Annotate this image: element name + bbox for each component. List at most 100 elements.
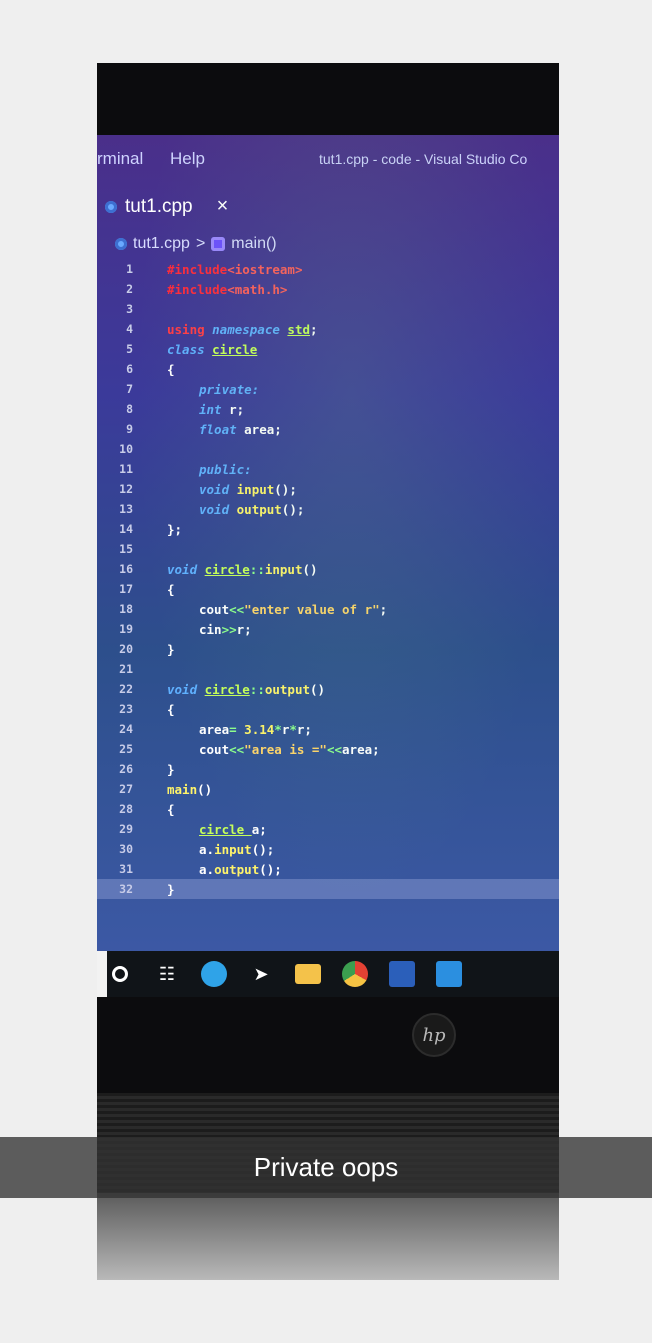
code-line[interactable]: 19 cin>>r; (97, 619, 559, 639)
code-line[interactable]: 17 { (97, 579, 559, 599)
code-line[interactable]: 20} (97, 639, 559, 659)
code-line[interactable]: 3 (97, 299, 559, 319)
code-line[interactable]: 21 (97, 659, 559, 679)
code-line[interactable]: 30 a.input(); (97, 839, 559, 859)
menu-item-terminal[interactable]: rminal (97, 149, 143, 169)
code-text: circle a; (199, 822, 267, 837)
code-token: circle (212, 341, 258, 357)
code-line[interactable]: 26} (97, 759, 559, 779)
code-line[interactable]: 11 public: (97, 459, 559, 479)
code-line[interactable]: 12 void input(); (97, 479, 559, 499)
code-line[interactable]: 25 cout<<"area is ="<<area; (97, 739, 559, 759)
line-number: 10 (119, 442, 133, 456)
code-line[interactable]: 31 a.output(); (97, 859, 559, 879)
code-line[interactable]: 6{ (97, 359, 559, 379)
code-token: { (167, 581, 175, 597)
close-icon[interactable]: × (217, 195, 229, 218)
code-text: #include<math.h> (167, 282, 287, 297)
code-line[interactable]: 29 circle a; (97, 819, 559, 839)
code-token: << (326, 741, 343, 757)
code-token: circle (199, 821, 252, 837)
line-number: 30 (119, 842, 133, 856)
code-line[interactable]: 23 { (97, 699, 559, 719)
code-text: void output(); (199, 502, 304, 517)
code-token: (); (251, 841, 275, 857)
line-number: 21 (119, 662, 133, 676)
file-explorer-icon[interactable] (295, 964, 321, 984)
code-line[interactable]: 13 void output(); (97, 499, 559, 519)
search-circle-icon[interactable] (107, 961, 133, 987)
line-number: 15 (119, 542, 133, 556)
line-number: 19 (119, 622, 133, 636)
code-line[interactable]: 8 int r; (97, 399, 559, 419)
word-icon[interactable] (389, 961, 415, 987)
code-token: (); (274, 481, 297, 497)
code-token: ; (310, 321, 318, 337)
breadcrumb-symbol[interactable]: main() (231, 235, 276, 253)
code-line[interactable]: 9 float area; (97, 419, 559, 439)
code-text: private: (199, 382, 259, 397)
code-token: :: (249, 561, 265, 577)
code-text: void input(); (199, 482, 297, 497)
code-line[interactable]: 10 (97, 439, 559, 459)
app-icon[interactable]: ➤ (248, 961, 274, 987)
line-number: 29 (119, 822, 133, 836)
code-line[interactable]: 1 #include<iostream> (97, 259, 559, 279)
code-line[interactable]: 2 #include<math.h> (97, 279, 559, 299)
line-number: 11 (119, 462, 133, 476)
code-line[interactable]: 7 private: (97, 379, 559, 399)
cpp-file-icon (115, 238, 127, 250)
code-text: { (167, 362, 175, 377)
code-text: float area; (199, 422, 282, 437)
code-line[interactable]: 28 { (97, 799, 559, 819)
code-token: } (167, 881, 175, 897)
breadcrumb-file[interactable]: tut1.cpp (133, 235, 190, 253)
code-line[interactable]: 18 cout<<"enter value of r"; (97, 599, 559, 619)
line-number: 16 (119, 562, 133, 576)
code-token: * (274, 721, 282, 737)
code-token: main (167, 781, 198, 797)
code-token: void (167, 561, 205, 577)
code-line[interactable]: 32} (97, 879, 559, 899)
code-text: a.output(); (199, 862, 282, 877)
code-line[interactable]: 16 void circle::input() (97, 559, 559, 579)
code-token: cout (199, 601, 230, 617)
code-text: class circle (167, 342, 257, 357)
line-number: 14 (119, 522, 133, 536)
code-token: "enter value of r" (244, 601, 380, 617)
code-line[interactable]: 22 void circle::output() (97, 679, 559, 699)
edge-icon[interactable] (201, 961, 227, 987)
code-token: input (236, 481, 275, 497)
chrome-icon[interactable] (342, 961, 368, 987)
vscode-screen: rminal Help tut1.cpp - code - Visual Stu… (97, 135, 559, 995)
caption-text: Private oops (253, 1152, 399, 1182)
cpp-file-icon (105, 200, 117, 213)
code-line[interactable]: 15 (97, 539, 559, 559)
line-number: 9 (126, 422, 133, 436)
code-token: output (214, 861, 260, 877)
tab-tut1-cpp[interactable]: tut1.cpp × (105, 195, 228, 218)
line-number: 13 (119, 502, 133, 516)
line-number: 28 (119, 802, 133, 816)
code-line[interactable]: 27 main() (97, 779, 559, 799)
code-line[interactable]: 4 using namespace std; (97, 319, 559, 339)
code-token: area; (342, 741, 380, 757)
line-number: 6 (126, 362, 133, 376)
code-token: class (167, 341, 213, 357)
code-text: a.input(); (199, 842, 274, 857)
menu-item-help[interactable]: Help (170, 149, 205, 169)
task-view-icon[interactable]: ☷ (154, 961, 180, 987)
code-line[interactable]: 14}; (97, 519, 559, 539)
code-token: "area is =" (244, 741, 327, 757)
code-token: float (199, 421, 245, 437)
method-cube-icon (211, 237, 226, 251)
code-token: cout (199, 741, 230, 757)
vscode-icon[interactable] (436, 961, 462, 987)
code-text: cin>>r; (199, 622, 252, 637)
code-token: } (167, 761, 175, 777)
code-token: }; (167, 521, 183, 537)
code-line[interactable]: 5 class circle (97, 339, 559, 359)
code-line[interactable]: 24 area= 3.14*r*r; (97, 719, 559, 739)
code-token: <math.h> (227, 281, 288, 297)
code-token: (); (281, 501, 305, 517)
